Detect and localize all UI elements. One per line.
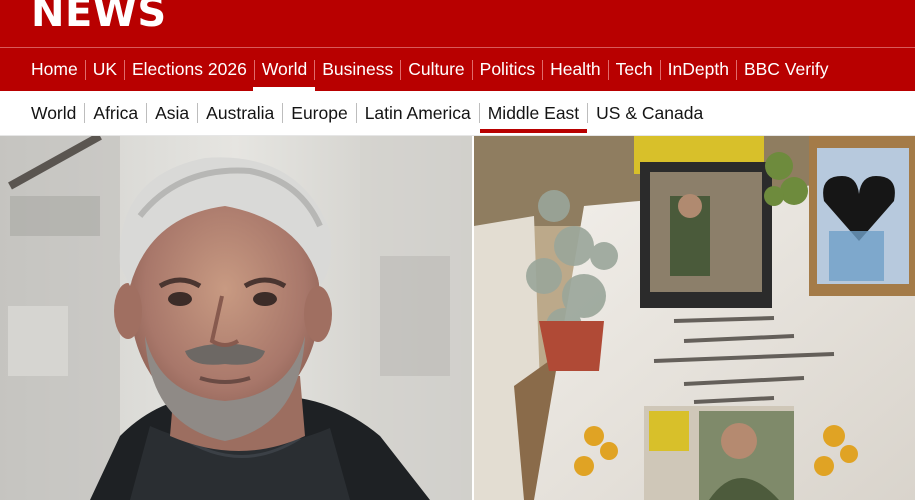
secondary-nav-item-middle-east[interactable]: Middle East	[479, 91, 588, 135]
primary-nav-item-home[interactable]: Home	[31, 48, 78, 91]
primary-nav-separator	[542, 59, 544, 80]
secondary-nav-separator	[282, 103, 284, 123]
primary-nav-item-world[interactable]: World	[252, 48, 316, 91]
hero-image-portrait[interactable]	[0, 136, 472, 500]
primary-nav-item-business[interactable]: Business	[322, 48, 393, 91]
secondary-nav-item-africa[interactable]: Africa	[93, 91, 138, 135]
portrait-illustration	[0, 136, 472, 500]
primary-nav-item-health[interactable]: Health	[550, 48, 601, 91]
primary-nav-separator	[253, 59, 255, 80]
primary-nav-separator	[659, 59, 661, 80]
secondary-nav-item-australia[interactable]: Australia	[206, 91, 274, 135]
secondary-nav-separator	[355, 103, 357, 123]
news-logo[interactable]: NEWS	[31, 0, 167, 37]
primary-nav-item-tech[interactable]: Tech	[616, 48, 653, 91]
secondary-nav-separator	[146, 103, 148, 123]
secondary-nav-item-asia[interactable]: Asia	[155, 91, 189, 135]
primary-nav-separator	[607, 59, 609, 80]
primary-nav-item-uk[interactable]: UK	[93, 48, 117, 91]
hero-image-grave[interactable]	[474, 136, 915, 500]
primary-nav-separator	[735, 59, 737, 80]
primary-nav-separator	[124, 59, 125, 80]
primary-nav-item-indepth[interactable]: InDepth	[668, 48, 729, 91]
primary-nav-separator	[314, 59, 316, 80]
primary-nav-item-bbc-verify[interactable]: BBC Verify	[744, 48, 829, 91]
secondary-nav-item-latin-america[interactable]: Latin America	[365, 91, 471, 135]
secondary-nav-separator	[587, 103, 589, 123]
secondary-nav-separator	[478, 103, 480, 123]
secondary-nav-separator	[84, 103, 86, 123]
primary-nav-item-culture[interactable]: Culture	[408, 48, 464, 91]
primary-nav-separator	[471, 59, 473, 80]
primary-nav-separator	[84, 59, 86, 80]
secondary-nav-separator	[197, 103, 199, 123]
masthead: NEWS Home UK Elections 2026 World Business Cu…	[0, 0, 915, 91]
secondary-nav-item-world[interactable]: World	[31, 91, 76, 135]
primary-nav-item-politics[interactable]: Politics	[480, 48, 535, 91]
secondary-nav-item-us-and-canada[interactable]: US & Canada	[596, 91, 703, 135]
primary-nav: Home UK Elections 2026 World Business Culture…	[31, 48, 829, 91]
secondary-nav-item-europe[interactable]: Europe	[291, 91, 347, 135]
secondary-nav: World Africa Asia Australia Europe Latin Amer…	[31, 91, 703, 135]
primary-nav-item-elections-2026[interactable]: Elections 2026	[132, 48, 247, 91]
primary-nav-separator	[400, 59, 402, 80]
grave-illustration	[474, 136, 915, 500]
